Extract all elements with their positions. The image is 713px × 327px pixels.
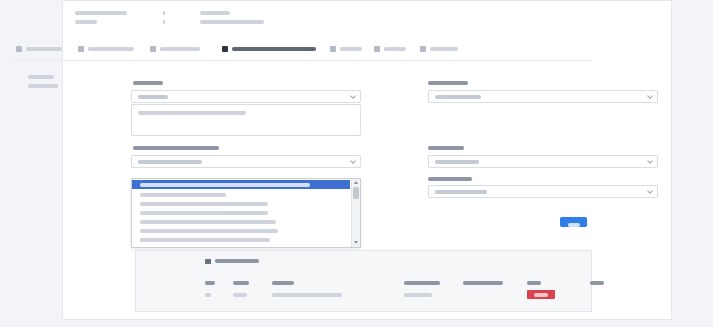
info-label: [75, 20, 97, 24]
option-label: [140, 183, 310, 187]
column-header: [272, 281, 294, 285]
info-value: [200, 11, 230, 15]
tab-bar: [12, 42, 592, 56]
field5-label: [428, 176, 472, 182]
field1-notes[interactable]: [131, 104, 361, 136]
scrollbar-thumb[interactable]: [353, 187, 359, 199]
table-cell: [233, 293, 247, 297]
delete-button[interactable]: [527, 290, 555, 299]
delete-button-label: [534, 293, 548, 297]
chevron-down-icon: [647, 93, 653, 99]
field2-label-text: [133, 146, 219, 151]
list-icon: [222, 46, 228, 52]
save-button-label: [567, 223, 580, 228]
table-cell: [404, 293, 432, 297]
tab-label: [160, 47, 200, 51]
field2-select[interactable]: [131, 155, 361, 168]
tab-3[interactable]: [150, 44, 200, 54]
option-label: [140, 211, 268, 215]
tab-label: [430, 47, 458, 51]
user-icon: [16, 46, 22, 52]
info-separator: [163, 11, 165, 15]
dropdown-option[interactable]: [132, 235, 350, 244]
document-icon: [78, 46, 84, 52]
tab-label: [88, 47, 134, 51]
scroll-up-icon[interactable]: [354, 181, 358, 184]
field3-value: [435, 95, 481, 99]
info-value: [200, 20, 264, 24]
check-icon: [420, 46, 426, 52]
card-title-text: [215, 259, 259, 263]
column-header: [205, 281, 215, 285]
column-header: [463, 281, 503, 285]
field2-value: [138, 160, 202, 164]
column-header: [233, 281, 249, 285]
dropdown-option[interactable]: [132, 226, 350, 235]
dropdown-option[interactable]: [132, 190, 350, 199]
side-nav-item[interactable]: [28, 74, 54, 80]
field1-label: [133, 80, 163, 86]
option-label: [140, 238, 270, 242]
tab-5[interactable]: [330, 44, 362, 54]
field4-label-text: [428, 146, 464, 151]
column-header: [527, 281, 541, 285]
field3-select[interactable]: [428, 90, 658, 103]
gear-icon: [330, 46, 336, 52]
dropdown-option[interactable]: [132, 199, 350, 208]
dropdown-option[interactable]: [132, 180, 350, 189]
tab-6[interactable]: [374, 44, 406, 54]
field4-select[interactable]: [428, 155, 658, 168]
list-icon: [205, 258, 211, 264]
field5-value: [435, 190, 487, 194]
field3-label: [428, 80, 468, 86]
dropdown-option[interactable]: [132, 208, 350, 217]
field3-label-text: [428, 81, 468, 86]
save-button[interactable]: [560, 217, 587, 228]
card-title: [205, 258, 259, 264]
info-separator: [163, 20, 165, 24]
field1-select[interactable]: [131, 90, 361, 103]
field4-label: [428, 145, 464, 151]
option-label: [140, 202, 268, 206]
column-header: [404, 281, 440, 285]
field2-label: [133, 145, 219, 151]
tab-label: [340, 47, 362, 51]
chevron-down-icon: [647, 158, 653, 164]
scroll-down-icon[interactable]: [354, 241, 358, 244]
items-card: [135, 250, 592, 312]
tab-label: [232, 47, 316, 51]
field5-label-text: [428, 177, 472, 182]
field1-notes-text: [138, 111, 246, 115]
table-cell: [272, 293, 342, 297]
side-nav-label: [28, 84, 58, 89]
info-label: [75, 11, 127, 15]
tab-1[interactable]: [16, 44, 62, 54]
option-label: [140, 193, 226, 197]
tab-label: [384, 47, 406, 51]
dropdown-scrollbar[interactable]: [351, 179, 360, 247]
tab-7[interactable]: [420, 44, 458, 54]
field1-value: [138, 95, 168, 99]
tab-divider: [12, 60, 592, 61]
chevron-down-icon: [350, 93, 356, 99]
field1-label-text: [133, 81, 163, 86]
chevron-down-icon: [350, 158, 356, 164]
chevron-down-icon: [647, 188, 653, 194]
dropdown-option[interactable]: [132, 217, 350, 226]
field4-value: [435, 160, 479, 164]
tab-2[interactable]: [78, 44, 134, 54]
wrench-icon: [150, 46, 156, 52]
column-header: [590, 281, 604, 285]
field5-select[interactable]: [428, 185, 658, 198]
option-label: [140, 229, 278, 233]
table-cell: [205, 293, 211, 297]
tab-label: [26, 47, 62, 51]
side-nav-item[interactable]: [28, 83, 58, 89]
clipboard-icon: [374, 46, 380, 52]
side-nav-label: [28, 75, 54, 80]
field2-options: [131, 178, 361, 248]
tab-4[interactable]: [222, 44, 316, 54]
option-label: [140, 220, 276, 224]
